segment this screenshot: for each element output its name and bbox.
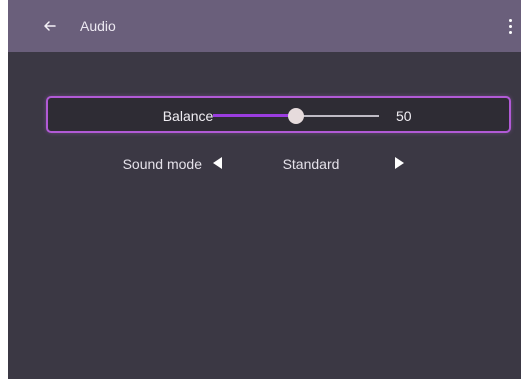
arrow-left-icon xyxy=(44,21,56,31)
page-title: Audio xyxy=(80,18,116,34)
balance-setting-row[interactable]: Balance 50 xyxy=(46,96,511,133)
more-vertical-icon-dot xyxy=(508,24,512,28)
more-options-button[interactable] xyxy=(503,14,517,38)
slider-thumb[interactable] xyxy=(288,108,304,124)
sound-mode-label: Sound mode xyxy=(122,156,202,172)
triangle-left-icon xyxy=(212,157,222,169)
triangle-right-icon xyxy=(394,157,404,169)
more-vertical-icon xyxy=(508,18,512,22)
audio-settings-screen: Audio Balance 50 Sound mode Standard xyxy=(8,0,521,379)
slider-fill xyxy=(213,114,296,117)
header-bar: Audio xyxy=(8,0,521,52)
balance-value: 50 xyxy=(396,108,412,124)
sound-mode-value: Standard xyxy=(282,156,340,172)
sound-mode-prev-button[interactable] xyxy=(209,154,225,172)
balance-slider[interactable] xyxy=(213,107,379,125)
more-vertical-icon-dot xyxy=(508,30,512,34)
sound-mode-next-button[interactable] xyxy=(391,154,407,172)
back-button[interactable] xyxy=(38,14,62,38)
